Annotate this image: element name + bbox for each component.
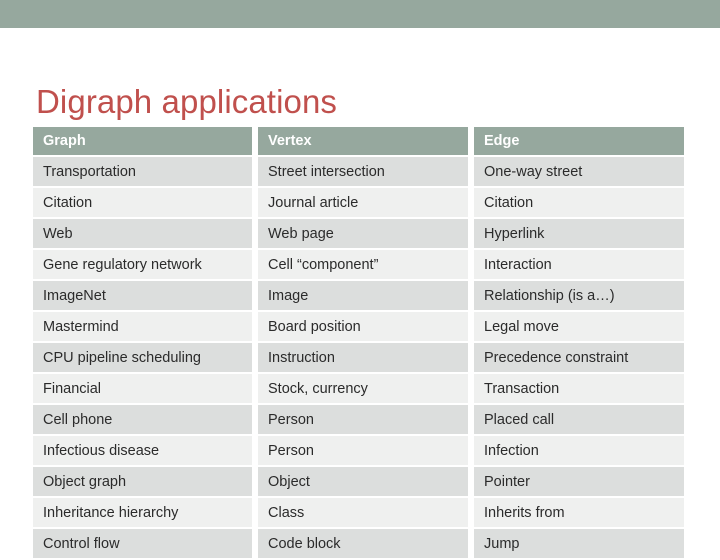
cell-vertex: Web page xyxy=(258,219,468,250)
cell-vertex: Stock, currency xyxy=(258,374,468,405)
cell-graph: Mastermind xyxy=(33,312,252,343)
column-header-graph: Graph xyxy=(33,127,252,157)
table-row: Gene regulatory network Cell “component”… xyxy=(33,250,684,281)
cell-edge: Legal move xyxy=(474,312,684,343)
cell-graph: Citation xyxy=(33,188,252,219)
cell-vertex: Person xyxy=(258,436,468,467)
column-header-edge: Edge xyxy=(474,127,684,157)
cell-graph: Object graph xyxy=(33,467,252,498)
cell-edge: Placed call xyxy=(474,405,684,436)
cell-graph: Gene regulatory network xyxy=(33,250,252,281)
cell-vertex: Code block xyxy=(258,529,468,560)
cell-graph: Control flow xyxy=(33,529,252,560)
cell-vertex: Journal article xyxy=(258,188,468,219)
cell-graph: Transportation xyxy=(33,157,252,188)
cell-edge: Interaction xyxy=(474,250,684,281)
table-row: Cell phone Person Placed call xyxy=(33,405,684,436)
cell-vertex: Board position xyxy=(258,312,468,343)
cell-graph: ImageNet xyxy=(33,281,252,312)
cell-graph: Cell phone xyxy=(33,405,252,436)
cell-edge: Relationship (is a…) xyxy=(474,281,684,312)
cell-graph: Inheritance hierarchy xyxy=(33,498,252,529)
table-row: Inheritance hierarchy Class Inherits fro… xyxy=(33,498,684,529)
digraph-applications-table: Graph Vertex Edge Transportation Street … xyxy=(33,127,684,560)
cell-edge: Jump xyxy=(474,529,684,560)
table-row: Transportation Street intersection One-w… xyxy=(33,157,684,188)
table-row: Web Web page Hyperlink xyxy=(33,219,684,250)
cell-graph: Infectious disease xyxy=(33,436,252,467)
cell-vertex: Object xyxy=(258,467,468,498)
table-row: Citation Journal article Citation xyxy=(33,188,684,219)
cell-edge: Precedence constraint xyxy=(474,343,684,374)
cell-graph: Web xyxy=(33,219,252,250)
digraph-applications-table-container: Graph Vertex Edge Transportation Street … xyxy=(33,127,684,560)
table-row: Control flow Code block Jump xyxy=(33,529,684,560)
top-decorative-banner xyxy=(0,0,720,28)
cell-edge: Pointer xyxy=(474,467,684,498)
cell-edge: Infection xyxy=(474,436,684,467)
cell-graph: Financial xyxy=(33,374,252,405)
column-header-vertex: Vertex xyxy=(258,127,468,157)
table-body: Transportation Street intersection One-w… xyxy=(33,157,684,560)
table-row: Infectious disease Person Infection xyxy=(33,436,684,467)
table-row: ImageNet Image Relationship (is a…) xyxy=(33,281,684,312)
table-row: CPU pipeline scheduling Instruction Prec… xyxy=(33,343,684,374)
cell-vertex: Image xyxy=(258,281,468,312)
cell-edge: Inherits from xyxy=(474,498,684,529)
table-row: Object graph Object Pointer xyxy=(33,467,684,498)
cell-vertex: Person xyxy=(258,405,468,436)
cell-edge: Citation xyxy=(474,188,684,219)
cell-vertex: Instruction xyxy=(258,343,468,374)
page-title: Digraph applications xyxy=(36,83,338,121)
cell-vertex: Cell “component” xyxy=(258,250,468,281)
table-row: Mastermind Board position Legal move xyxy=(33,312,684,343)
table-header-row: Graph Vertex Edge xyxy=(33,127,684,157)
cell-edge: Hyperlink xyxy=(474,219,684,250)
cell-edge: Transaction xyxy=(474,374,684,405)
cell-vertex: Street intersection xyxy=(258,157,468,188)
table-row: Financial Stock, currency Transaction xyxy=(33,374,684,405)
cell-edge: One-way street xyxy=(474,157,684,188)
cell-vertex: Class xyxy=(258,498,468,529)
cell-graph: CPU pipeline scheduling xyxy=(33,343,252,374)
